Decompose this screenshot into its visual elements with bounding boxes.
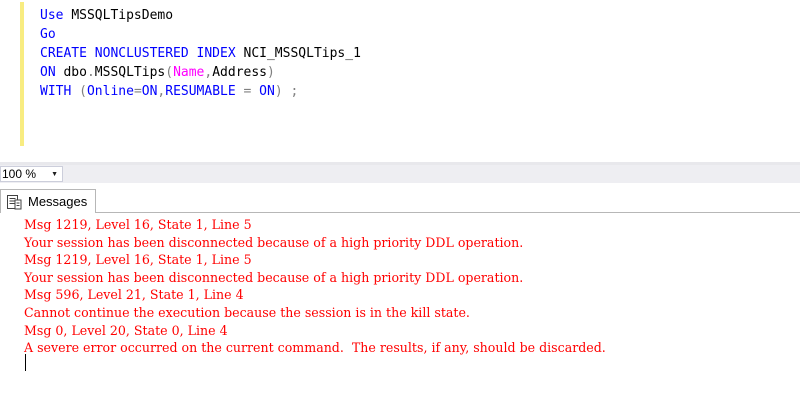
message-line: A severe error occurred on the current c… xyxy=(24,340,606,356)
code-token: ( xyxy=(79,84,87,99)
query-editor[interactable]: Use MSSQLTipsDemo Go CREATE NONCLUSTERED… xyxy=(0,0,800,162)
code-line: ON dbo.MSSQLTips(Name,Address) xyxy=(40,63,361,82)
message-line: Your session has been disconnected becau… xyxy=(24,269,524,285)
code-token: MSSQLTips xyxy=(94,65,166,80)
code-token: . xyxy=(86,65,95,80)
code-token: MSSQLTipsDemo xyxy=(71,8,174,23)
change-indicator-bar xyxy=(20,2,24,146)
messages-icon xyxy=(7,194,22,209)
chevron-down-icon[interactable]: ▼ xyxy=(51,171,58,178)
code-token: Use xyxy=(40,8,72,23)
code-area[interactable]: Use MSSQLTipsDemo Go CREATE NONCLUSTERED… xyxy=(40,6,361,101)
code-token: NCI_MSSQLTips_1 xyxy=(243,46,361,61)
code-token: ON xyxy=(141,84,158,99)
code-token: Go xyxy=(40,27,56,42)
code-token: Online xyxy=(86,84,134,99)
code-token: Name xyxy=(173,65,205,80)
message-line: Msg 1219, Level 16, State 1, Line 5 xyxy=(24,217,252,232)
text-caret xyxy=(25,354,26,371)
message-line: Cannot continue the execution because th… xyxy=(24,304,470,320)
code-token: ( xyxy=(165,65,174,80)
messages-output[interactable]: Msg 1219, Level 16, State 1, Line 5 Your… xyxy=(24,216,606,357)
message-line: Msg 0, Level 20, State 0, Line 4 xyxy=(24,322,228,338)
tab-strip-divider xyxy=(96,212,800,213)
results-tab-strip xyxy=(0,183,800,213)
code-token: ON xyxy=(251,84,275,99)
code-line: Use MSSQLTipsDemo xyxy=(40,6,361,25)
message-line: Msg 596, Level 21, State 1, Line 4 xyxy=(24,287,244,303)
code-token: RESUMABLE xyxy=(165,84,244,99)
message-line: Your session has been disconnected becau… xyxy=(24,234,524,250)
code-token: ) xyxy=(267,65,275,80)
code-line: CREATE NONCLUSTERED INDEX NCI_MSSQLTips_… xyxy=(40,44,361,63)
code-line: WITH (Online=ON,RESUMABLE = ON) ; xyxy=(40,82,361,101)
zoom-value: 100 % xyxy=(2,167,37,181)
zoom-bar xyxy=(0,165,800,183)
code-token: CREATE NONCLUSTERED INDEX xyxy=(40,46,244,61)
code-token: WITH xyxy=(40,84,80,99)
code-token: ON xyxy=(40,65,64,80)
tab-messages[interactable]: Messages xyxy=(0,189,96,213)
tab-messages-label: Messages xyxy=(28,194,88,209)
zoom-dropdown[interactable]: 100 % ▼ xyxy=(0,166,63,182)
code-token: = xyxy=(133,84,142,99)
code-token: ) ; xyxy=(274,84,299,99)
code-token: Address xyxy=(212,65,268,80)
code-token: dbo xyxy=(63,65,87,80)
code-line: Go xyxy=(40,25,361,44)
message-line: Msg 1219, Level 16, State 1, Line 5 xyxy=(24,252,252,268)
